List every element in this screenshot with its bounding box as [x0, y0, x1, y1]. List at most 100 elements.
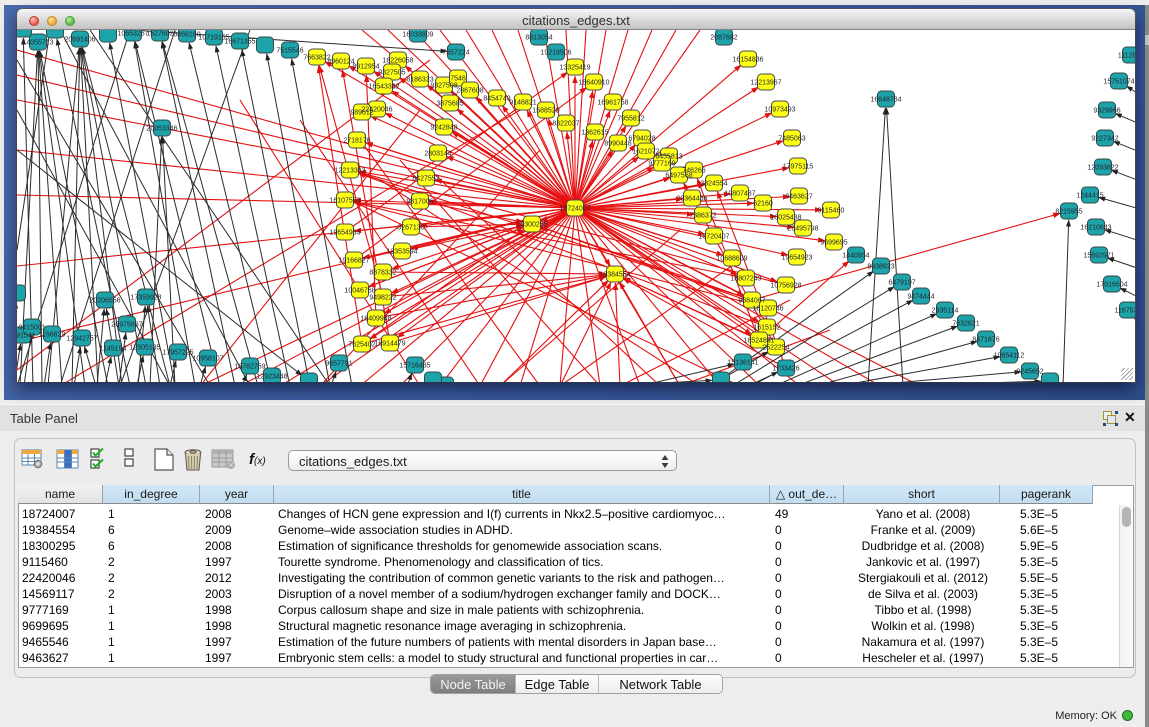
- svg-text:7515546: 7515546: [276, 48, 303, 55]
- svg-text:16961758: 16961758: [597, 100, 628, 107]
- svg-text:12505135: 12505135: [129, 345, 160, 352]
- svg-text:18524851: 18524851: [743, 338, 774, 345]
- svg-text:19654923: 19654923: [781, 255, 812, 262]
- svg-text:16648784: 16648784: [870, 97, 901, 104]
- svg-text:989612: 989612: [350, 110, 373, 117]
- svg-text:9463627: 9463627: [785, 194, 812, 201]
- svg-text:2935114: 2935114: [932, 308, 959, 315]
- svg-text:8471676: 8471676: [972, 337, 999, 344]
- svg-text:12353594: 12353594: [386, 249, 417, 256]
- svg-text:2522254: 2522254: [762, 345, 789, 352]
- svg-text:2087682: 2087682: [710, 35, 737, 42]
- svg-text:16640910: 16640910: [578, 80, 609, 87]
- svg-text:18724007: 18724007: [559, 206, 590, 213]
- svg-text:28495798: 28495798: [787, 226, 818, 233]
- svg-text:9329966: 9329966: [1093, 108, 1120, 115]
- svg-text:16033809: 16033809: [402, 32, 433, 39]
- svg-text:1733426: 1733426: [772, 366, 799, 373]
- svg-text:15720407: 15720407: [698, 234, 729, 241]
- svg-text:8938923: 8938923: [867, 264, 894, 271]
- svg-text:1440954: 1440954: [842, 253, 869, 260]
- svg-text:16782759: 16782759: [234, 364, 265, 371]
- svg-text:1156829: 1156829: [39, 332, 66, 339]
- svg-text:19654933: 19654933: [329, 230, 360, 237]
- svg-text:62160: 62160: [753, 201, 773, 208]
- svg-text:7485063: 7485063: [778, 136, 805, 143]
- svg-text:6455813: 6455813: [655, 154, 682, 161]
- svg-text:8215955: 8215955: [1055, 209, 1082, 216]
- svg-text:8427552: 8427552: [412, 176, 439, 183]
- svg-text:15136141: 15136141: [727, 360, 758, 367]
- svg-text:17975115: 17975115: [783, 164, 814, 171]
- svg-text:19384554: 19384554: [599, 272, 630, 279]
- svg-text:12942757: 12942757: [66, 336, 97, 343]
- svg-text:9777169: 9777169: [648, 161, 675, 168]
- svg-text:746266: 746266: [682, 168, 705, 175]
- svg-text:7357224: 7357224: [442, 50, 469, 57]
- svg-text:16120746: 16120746: [752, 306, 783, 313]
- svg-text:19218506: 19218506: [540, 50, 571, 57]
- svg-text:18226058: 18226058: [382, 58, 413, 65]
- svg-text:7625402: 7625402: [348, 342, 375, 349]
- svg-text:10756928: 10756928: [770, 283, 801, 290]
- svg-text:8454749: 8454749: [483, 96, 510, 103]
- svg-text:15692971: 15692971: [1083, 253, 1114, 260]
- svg-text:16914479: 16914479: [374, 341, 405, 348]
- svg-text:6479197: 6479197: [888, 280, 915, 287]
- svg-text:9327505: 9327505: [378, 70, 405, 77]
- svg-text:2718176: 2718176: [343, 138, 370, 145]
- svg-text:7386372: 7386372: [689, 213, 716, 220]
- svg-text:9474444: 9474444: [907, 294, 934, 301]
- svg-text:15751074: 15751074: [1103, 79, 1134, 86]
- svg-text:10688609: 10688609: [716, 256, 747, 263]
- svg-text:18300295: 18300295: [516, 222, 547, 229]
- svg-text:9327508: 9327508: [430, 83, 457, 90]
- svg-text:9115460: 9115460: [818, 208, 845, 215]
- svg-text:1362615: 1362615: [581, 130, 608, 137]
- svg-text:1615152: 1615152: [753, 325, 780, 332]
- svg-text:16671355: 16671355: [224, 39, 255, 46]
- svg-text:20053346: 20053346: [146, 126, 177, 133]
- svg-text:8415001: 8415001: [18, 325, 45, 332]
- svg-text:16543382: 16543382: [368, 84, 399, 91]
- svg-text:19166827: 19166827: [338, 258, 369, 265]
- svg-text:14055713: 14055713: [22, 40, 53, 47]
- svg-text:2867608: 2867608: [456, 88, 483, 95]
- svg-text:10807487: 10807487: [724, 191, 755, 198]
- svg-text:8813054: 8813054: [525, 35, 552, 42]
- svg-text:10958107: 10958107: [192, 356, 223, 363]
- svg-text:10973493: 10973493: [764, 107, 795, 114]
- svg-text:16409948: 16409948: [360, 316, 391, 323]
- svg-text:3824554: 3824554: [700, 181, 727, 188]
- svg-text:10025438: 10025438: [770, 215, 801, 222]
- svg-text:9227342: 9227342: [1091, 136, 1118, 143]
- svg-text:10046768: 10046768: [344, 288, 375, 295]
- svg-text:6466160: 6466160: [173, 32, 200, 39]
- svg-text:18807249: 18807249: [730, 276, 761, 283]
- svg-text:3267130: 3267130: [397, 225, 424, 232]
- svg-text:10654112: 10654112: [994, 353, 1025, 360]
- svg-text:9391541: 9391541: [17, 333, 36, 340]
- svg-text:8912954: 8912954: [352, 64, 379, 71]
- svg-text:1112833: 1112833: [1118, 53, 1135, 60]
- svg-text:9699695: 9699695: [820, 240, 847, 247]
- svg-text:10653267: 10653267: [117, 31, 148, 38]
- svg-text:12213967: 12213967: [750, 80, 781, 87]
- svg-text:8960124: 8960124: [327, 59, 354, 66]
- svg-text:17359928: 17359928: [130, 295, 161, 302]
- svg-text:9817006: 9817006: [406, 199, 433, 206]
- svg-text:7546: 7546: [450, 76, 466, 83]
- svg-text:1588520: 1588520: [532, 108, 559, 115]
- svg-text:17957225: 17957225: [162, 350, 193, 357]
- svg-text:13325419: 13325419: [559, 65, 590, 72]
- svg-text:17016504: 17016504: [1096, 282, 1127, 289]
- svg-text:12093822: 12093822: [1087, 165, 1118, 172]
- svg-text:9657791: 9657791: [325, 361, 352, 368]
- svg-text:9245652: 9245652: [1016, 369, 1043, 376]
- svg-text:20691406: 20691406: [64, 37, 95, 44]
- svg-text:7632621: 7632621: [952, 321, 979, 328]
- svg-text:16107553: 16107553: [329, 198, 360, 205]
- svg-text:9684067: 9684067: [738, 298, 765, 305]
- svg-text:3875685: 3875685: [436, 101, 463, 108]
- svg-text:1167533: 1167533: [1115, 308, 1135, 315]
